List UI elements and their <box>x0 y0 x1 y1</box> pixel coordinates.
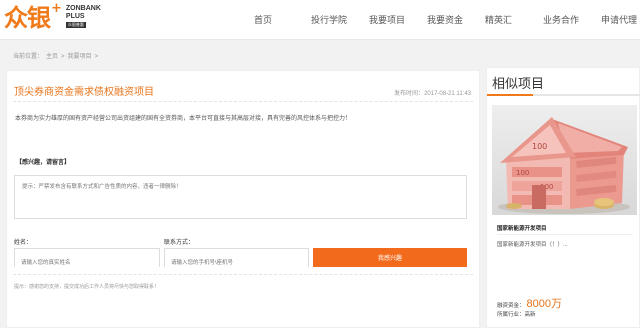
similar-project-description: 国家新能源开发项目（！）... <box>497 242 568 248</box>
project-description: 本券商为实力雄厚的国有资产经营公司出资组建的国有全资券商，本平台可直接与其高层对… <box>15 116 352 122</box>
publish-label: 发布时间： <box>394 91 425 97</box>
industry-label: 所属行业： <box>497 312 525 318</box>
contact-field <box>164 248 309 272</box>
industry-value: 高新 <box>524 312 536 318</box>
name-label: 姓名： <box>14 240 33 246</box>
breadcrumb: 当前位置： 主页 > 我要项目 > <box>13 51 101 60</box>
similar-project-name[interactable]: 国家新能源开发项目 <box>497 224 547 232</box>
breadcrumb-prefix: 当前位置： <box>13 54 44 60</box>
nav-funds[interactable]: 我要资金 <box>427 13 463 26</box>
main-nav: 首页 投行学院 我要项目 我要资金 精英汇 业务合作 申请代理 <box>0 13 640 27</box>
similar-project-amount-row: 融资资金： 8000万 <box>497 295 562 311</box>
contact-input[interactable] <box>165 254 308 272</box>
publish-value: 2017-08-21 11:43 <box>424 91 471 97</box>
breadcrumb-current[interactable]: 我要项目 <box>68 54 92 60</box>
message-heading: 【感兴趣，请留言】 <box>16 160 71 166</box>
message-box <box>14 175 467 219</box>
svg-text:100: 100 <box>516 169 529 177</box>
interested-button[interactable]: 我感兴趣 <box>313 248 467 267</box>
site-header: 众银 + ZONBANK PLUS 众银普惠 首页 投行学院 我要项目 我要资金… <box>0 0 640 40</box>
form-tip: 提示：感谢您的支持，提交成功后工作人员将尽快与您取得联系！ <box>14 284 160 290</box>
contact-label: 联系方式： <box>164 240 195 246</box>
svg-text:100: 100 <box>532 142 547 151</box>
nav-academy[interactable]: 投行学院 <box>311 13 347 26</box>
nav-projects[interactable]: 我要项目 <box>369 13 405 26</box>
breadcrumb-home[interactable]: 主页 <box>46 54 58 60</box>
money-house-illustration: 100 100 100 <box>492 105 637 215</box>
similar-projects-title: 相似项目 <box>492 76 545 91</box>
breadcrumb-sep: > <box>61 54 65 60</box>
project-detail-panel: 顶尖券商资金需求债权融资项目 发布时间：2017-08-21 11:43 本券商… <box>6 70 480 328</box>
title-underline <box>487 94 640 96</box>
amount-label: 融资资金： <box>497 303 525 309</box>
message-textarea[interactable] <box>15 176 466 218</box>
project-title: 顶尖券商资金需求债权融资项目 <box>14 87 154 98</box>
form-divider <box>13 274 473 275</box>
logo-en-line1: ZONBANK <box>65 5 101 12</box>
publish-time: 发布时间：2017-08-21 11:43 <box>394 88 471 97</box>
similar-project-industry: 所属行业：高新 <box>497 310 536 318</box>
similar-projects-panel: 相似项目 100 100 100 国家新能源开发项目 国家新能源开发项目（！）.… <box>486 67 640 328</box>
amount-value: 8000万 <box>526 298 562 310</box>
nav-agent[interactable]: 申请代理 <box>601 13 637 26</box>
name-input[interactable] <box>15 254 159 272</box>
title-underline-accent <box>487 94 533 96</box>
similar-project-divider <box>497 234 633 235</box>
title-divider <box>13 101 473 102</box>
project-image-money-house[interactable]: 100 100 100 <box>492 105 637 215</box>
nav-home[interactable]: 首页 <box>254 13 272 26</box>
nav-cooperation[interactable]: 业务合作 <box>543 13 579 26</box>
nav-elite[interactable]: 精英汇 <box>485 13 512 26</box>
name-field <box>14 248 160 272</box>
breadcrumb-tail: > <box>94 54 99 60</box>
